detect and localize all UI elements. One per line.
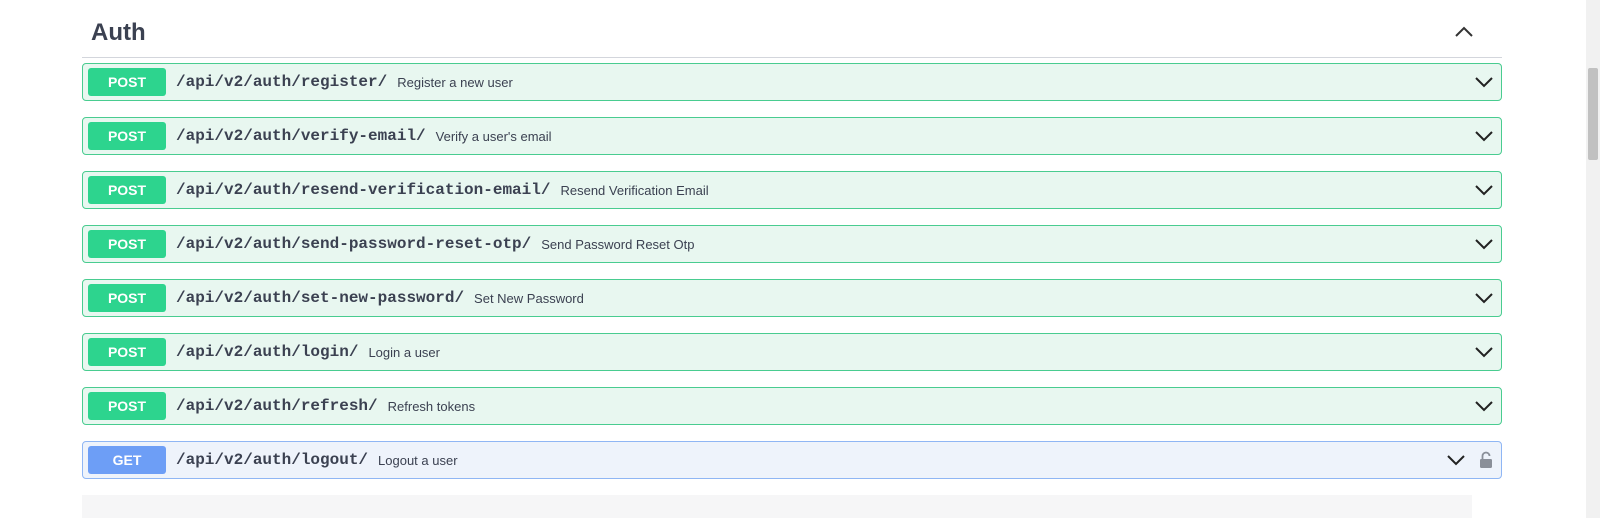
- operation-summary: Register a new user: [397, 74, 513, 90]
- scrollbar-thumb[interactable]: [1588, 68, 1598, 160]
- operation-summary: Resend Verification Email: [560, 182, 709, 198]
- swagger-page: Auth POST /api/v2/auth/register/ Registe…: [0, 0, 1600, 518]
- chevron-down-icon[interactable]: [1446, 450, 1466, 470]
- operation-path: /api/v2/auth/logout/: [176, 451, 369, 469]
- method-badge: POST: [88, 338, 166, 366]
- method-badge: POST: [88, 176, 166, 204]
- operation-verify-email[interactable]: POST /api/v2/auth/verify-email/ Verify a…: [82, 117, 1502, 155]
- method-badge: POST: [88, 284, 166, 312]
- operation-path: /api/v2/auth/login/: [176, 343, 359, 361]
- chevron-down-icon[interactable]: [1474, 396, 1494, 416]
- lock-icon[interactable]: [1476, 450, 1496, 470]
- chevron-down-icon[interactable]: [1474, 72, 1494, 92]
- operation-send-password-reset-otp[interactable]: POST /api/v2/auth/send-password-reset-ot…: [82, 225, 1502, 263]
- operation-path: /api/v2/auth/resend-verification-email/: [176, 181, 551, 199]
- operation-summary: Send Password Reset Otp: [541, 236, 695, 252]
- method-badge: POST: [88, 230, 166, 258]
- next-section-block: [82, 495, 1472, 518]
- operation-summary: Verify a user's email: [435, 128, 552, 144]
- chevron-down-icon[interactable]: [1474, 342, 1494, 362]
- section-header[interactable]: Auth: [82, 0, 1502, 58]
- operation-path: /api/v2/auth/send-password-reset-otp/: [176, 235, 532, 253]
- operation-path: /api/v2/auth/register/: [176, 73, 388, 91]
- operation-path: /api/v2/auth/set-new-password/: [176, 289, 465, 307]
- operation-logout[interactable]: GET /api/v2/auth/logout/ Logout a user: [82, 441, 1502, 479]
- operation-path: /api/v2/auth/verify-email/: [176, 127, 426, 145]
- method-badge: POST: [88, 392, 166, 420]
- operation-refresh[interactable]: POST /api/v2/auth/refresh/ Refresh token…: [82, 387, 1502, 425]
- method-badge: POST: [88, 122, 166, 150]
- chevron-down-icon[interactable]: [1474, 234, 1494, 254]
- chevron-up-icon[interactable]: [1452, 20, 1476, 44]
- chevron-down-icon[interactable]: [1474, 180, 1494, 200]
- operation-summary: Set New Password: [474, 290, 584, 306]
- method-badge: GET: [88, 446, 166, 474]
- section-title: Auth: [91, 18, 146, 46]
- operation-summary: Logout a user: [378, 452, 458, 468]
- operation-summary: Refresh tokens: [387, 398, 476, 414]
- operation-register[interactable]: POST /api/v2/auth/register/ Register a n…: [82, 63, 1502, 101]
- operation-login[interactable]: POST /api/v2/auth/login/ Login a user: [82, 333, 1502, 371]
- operation-resend-verification-email[interactable]: POST /api/v2/auth/resend-verification-em…: [82, 171, 1502, 209]
- operation-path: /api/v2/auth/refresh/: [176, 397, 378, 415]
- chevron-down-icon[interactable]: [1474, 288, 1494, 308]
- chevron-down-icon[interactable]: [1474, 126, 1494, 146]
- operation-summary: Login a user: [368, 344, 440, 360]
- auth-section: Auth POST /api/v2/auth/register/ Registe…: [82, 0, 1502, 495]
- operation-set-new-password[interactable]: POST /api/v2/auth/set-new-password/ Set …: [82, 279, 1502, 317]
- method-badge: POST: [88, 68, 166, 96]
